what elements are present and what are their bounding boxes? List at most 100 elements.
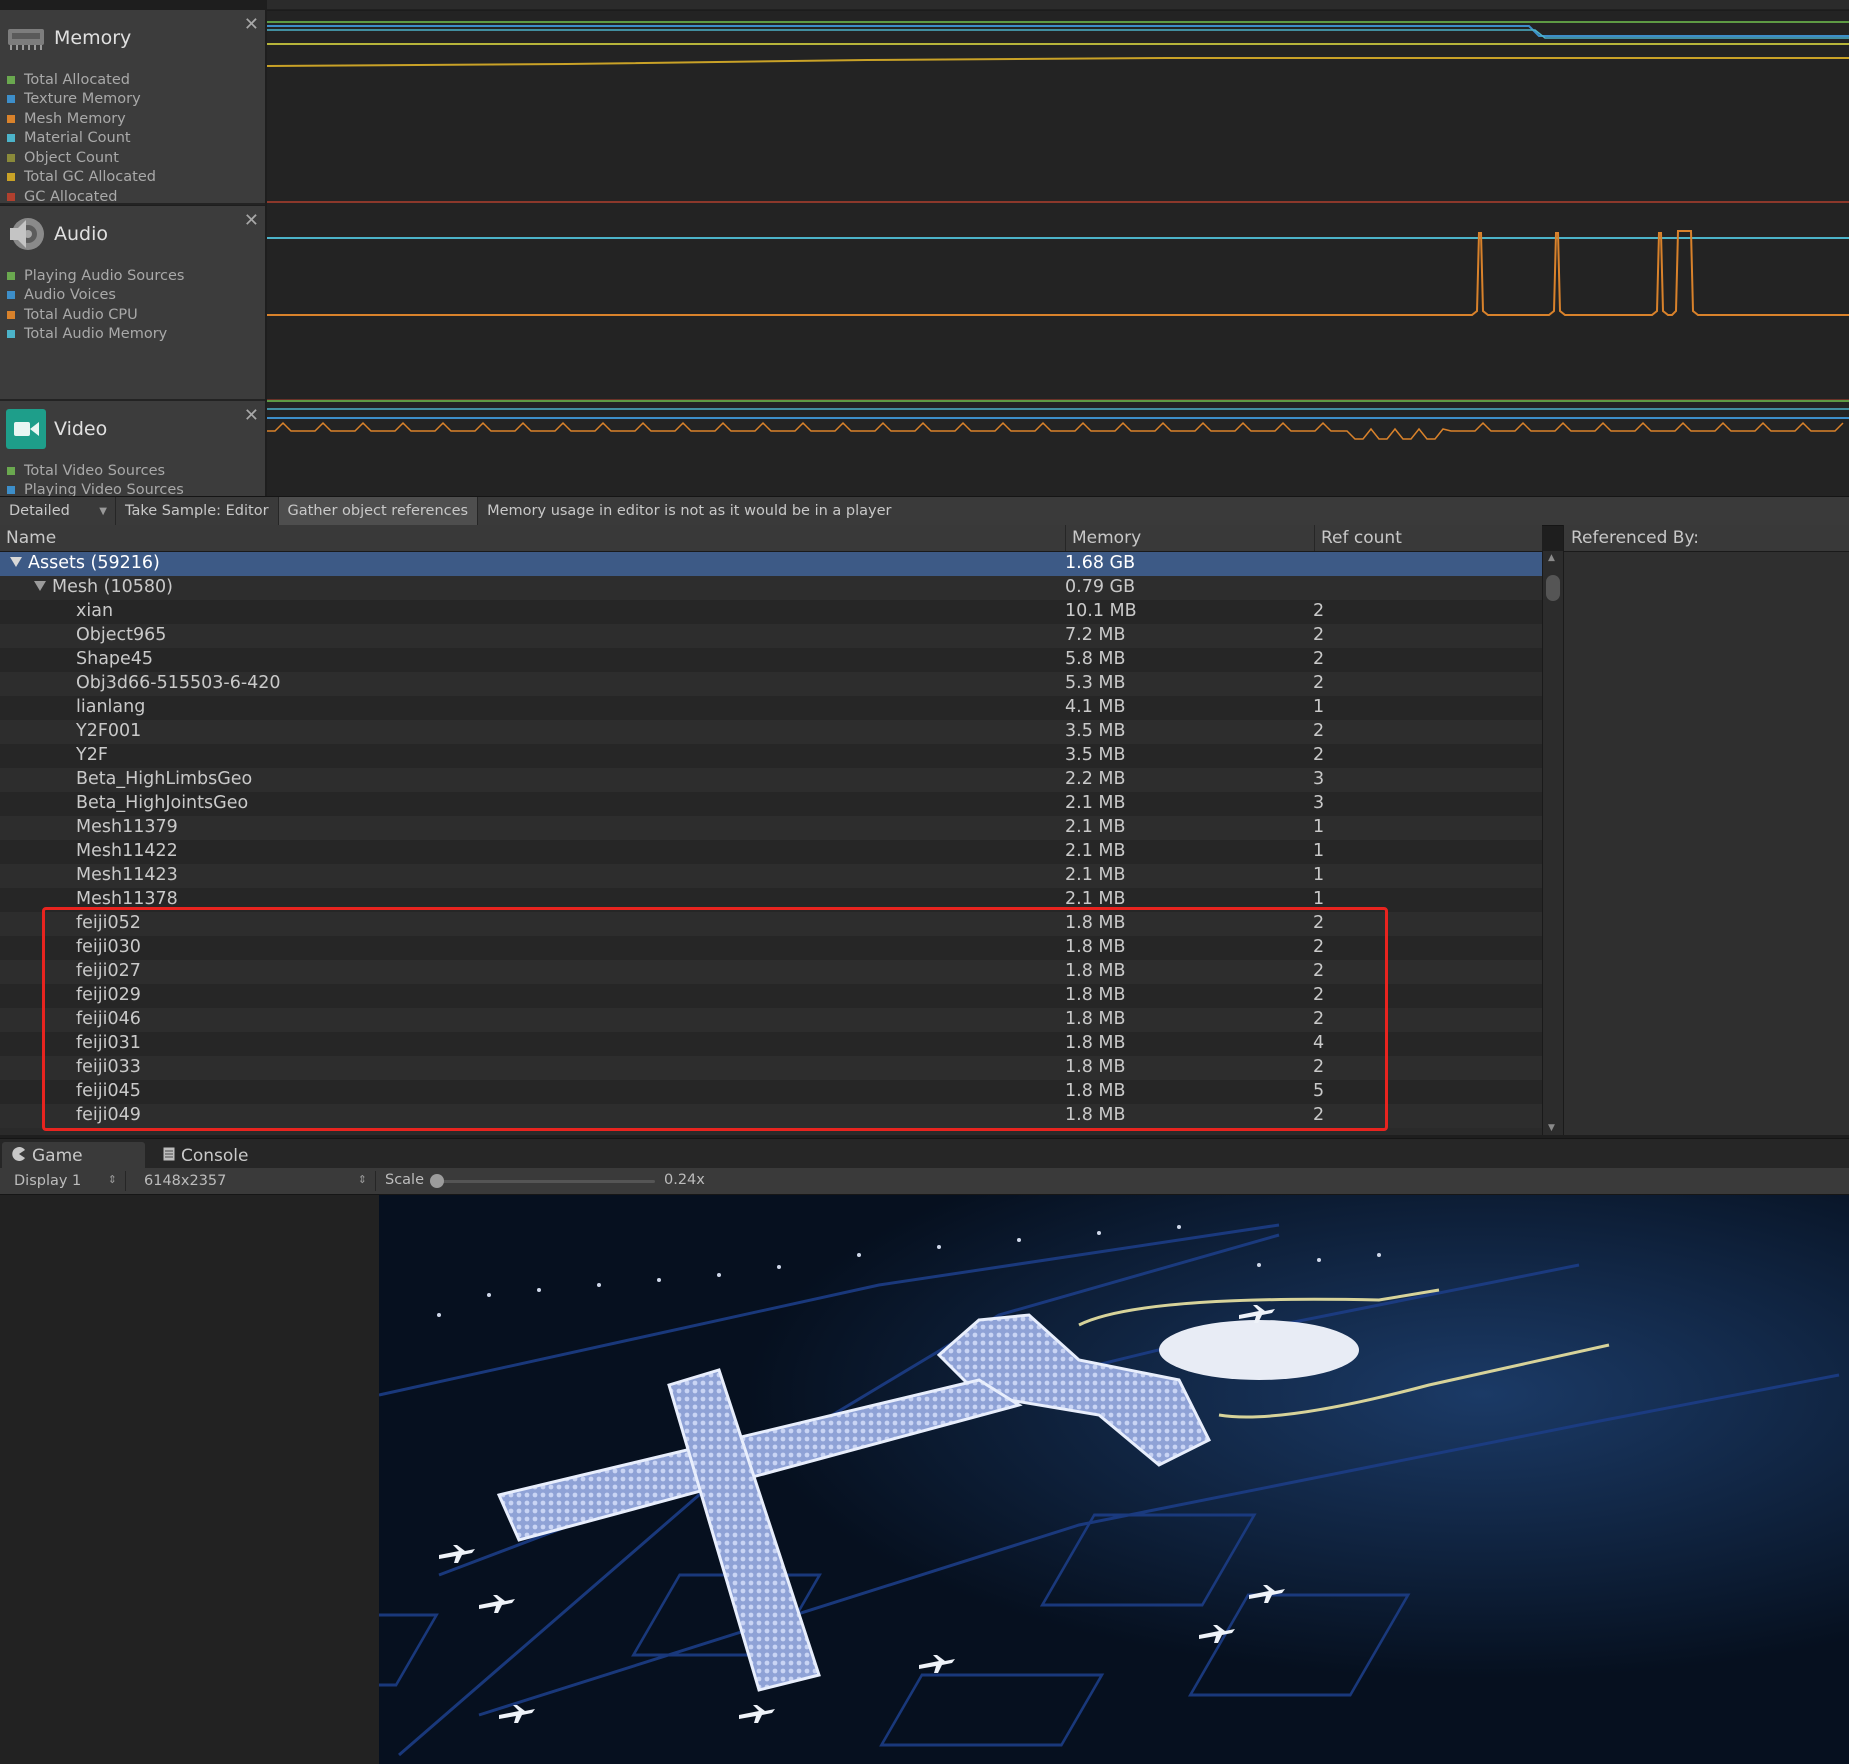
legend-item[interactable]: Total Allocated [7,70,156,90]
row-name: feiji049 [76,1105,141,1125]
table-row[interactable]: Shape45 5.8 MB 2 [0,648,1542,672]
table-row[interactable]: Mesh11379 2.1 MB 1 [0,816,1542,840]
name-column-header[interactable]: Name [6,528,56,548]
display-dropdown[interactable]: Display 1 ⇕ [6,1171,126,1191]
legend-item[interactable]: Total Audio Memory [7,325,184,345]
table-row[interactable]: Beta_HighLimbsGeo 2.2 MB 3 [0,768,1542,792]
legend-swatch [7,291,15,300]
table-row[interactable]: xian 10.1 MB 2 [0,600,1542,624]
row-memory: 1.8 MB [1065,937,1126,957]
scroll-down-icon[interactable]: ▼ [1548,1123,1555,1133]
close-icon[interactable]: ✕ [244,405,259,426]
close-icon[interactable]: ✕ [244,210,259,231]
tab-game[interactable]: Game [2,1142,145,1169]
take-sample-button[interactable]: Take Sample: Editor [116,497,279,525]
table-row[interactable]: Mesh11378 2.1 MB 1 [0,888,1542,912]
row-memory: 2.1 MB [1065,841,1126,861]
expand-triangle-icon[interactable] [10,557,22,567]
row-name-text: Y2F001 [76,721,142,741]
legend-label: Total Allocated [24,71,130,88]
table-row[interactable]: Mesh11422 2.1 MB 1 [0,840,1542,864]
table-row[interactable]: Obj3d66-515503-6-420 5.3 MB 2 [0,672,1542,696]
legend-item[interactable]: Total GC Allocated [7,168,156,188]
row-memory: 4.1 MB [1065,697,1126,717]
row-name: Object965 [76,625,166,645]
legend-label: Texture Memory [24,91,141,108]
scale-slider-thumb[interactable] [430,1174,444,1188]
row-name-text: Assets (59216) [28,553,160,573]
gather-references-toggle[interactable]: Gather object references [278,497,479,525]
audio-module[interactable]: Audio ✕ Playing Audio Sources Audio Voice… [0,206,265,401]
row-name-text: Mesh11423 [76,865,178,885]
column-divider[interactable] [1065,525,1066,551]
row-memory: 1.8 MB [1065,1105,1126,1125]
table-row[interactable]: Mesh11423 2.1 MB 1 [0,864,1542,888]
column-divider[interactable] [1314,525,1315,551]
table-row[interactable]: feiji029 1.8 MB 2 [0,984,1542,1008]
refcount-column-header[interactable]: Ref count [1321,528,1402,548]
memory-graph[interactable] [266,0,1849,203]
row-name-text: xian [76,601,114,621]
legend-label: Playing Audio Sources [24,267,185,284]
legend-item[interactable]: Audio Voices [7,286,184,306]
table-row[interactable]: feiji030 1.8 MB 2 [0,936,1542,960]
row-name: Y2F [76,745,108,765]
row-memory: 3.5 MB [1065,745,1126,765]
legend-label: Total Video Sources [24,462,166,479]
video-camera-icon [6,409,46,449]
row-ref-count: 2 [1313,649,1325,669]
row-name-text: feiji033 [76,1057,141,1077]
table-row[interactable]: feiji027 1.8 MB 2 [0,960,1542,984]
legend-swatch [7,134,15,143]
legend-item[interactable]: Texture Memory [7,90,156,110]
legend-item[interactable]: Total Audio CPU [7,305,184,325]
table-row[interactable]: feiji031 1.8 MB 4 [0,1032,1542,1056]
table-row[interactable]: Assets (59216) 1.68 GB [0,552,1542,576]
scrollbar-thumb[interactable] [1546,575,1560,601]
table-row[interactable]: Object965 7.2 MB 2 [0,624,1542,648]
tab-console[interactable]: Console [153,1142,259,1169]
table-row[interactable]: Y2F 3.5 MB 2 [0,744,1542,768]
legend-swatch [7,95,15,104]
memory-column-header[interactable]: Memory [1072,528,1141,548]
table-row[interactable]: feiji033 1.8 MB 2 [0,1056,1542,1080]
row-name: Assets (59216) [10,553,160,573]
game-view-toolbar: Display 1 ⇕ 6148x2357 ⇕ Scale 0.24x [0,1168,1849,1195]
chevron-down-icon: ▼ [99,505,107,517]
row-name-text: Object965 [76,625,167,645]
legend-item[interactable]: Total Video Sources [7,461,184,481]
table-row[interactable]: lianlang 4.1 MB 1 [0,696,1542,720]
table-row[interactable]: feiji045 1.8 MB 5 [0,1080,1542,1104]
resolution-dropdown[interactable]: 6148x2357 ⇕ [136,1171,376,1191]
expand-triangle-icon[interactable] [34,581,46,591]
table-row[interactable]: feiji052 1.8 MB 2 [0,912,1542,936]
vertical-scrollbar[interactable]: ▲ ▼ [1542,551,1563,1135]
audio-graph[interactable] [267,203,1849,399]
row-name: xian [76,601,113,621]
memory-tree-table: Name Memory Ref count Assets (59216) 1.68… [0,525,1542,1135]
video-module[interactable]: Video ✕ Total Video Sources Playing Video… [0,401,265,498]
table-row[interactable]: feiji049 1.8 MB 2 [0,1104,1542,1128]
scroll-up-icon[interactable]: ▲ [1548,553,1555,563]
tab-game-label: Game [32,1145,83,1166]
airport-render-viewport[interactable] [379,1195,1849,1764]
video-graph[interactable] [267,398,1849,496]
scale-slider[interactable] [430,1174,655,1188]
close-icon[interactable]: ✕ [244,14,259,35]
editor-memory-notice: Memory usage in editor is not as it woul… [487,503,892,519]
memory-module[interactable]: Memory ✕ Total Allocated Texture Memory Me… [0,10,265,205]
view-mode-dropdown[interactable]: Detailed ▼ [0,497,116,525]
table-row[interactable]: Mesh (10580) 0.79 GB [0,576,1542,600]
legend-item[interactable]: Object Count [7,148,156,168]
row-ref-count: 2 [1313,673,1325,693]
game-tab-bar: Game Console [0,1138,1849,1169]
legend-item[interactable]: Mesh Memory [7,109,156,129]
table-row[interactable]: Y2F001 3.5 MB 2 [0,720,1542,744]
legend-item[interactable]: GC Allocated [7,187,156,203]
table-row[interactable]: Beta_HighJointsGeo 2.1 MB 3 [0,792,1542,816]
row-name-text: Shape45 [76,649,154,669]
legend-item[interactable]: Material Count [7,129,156,149]
legend-item[interactable]: Playing Audio Sources [7,266,184,286]
module-title: Memory [54,27,132,49]
table-row[interactable]: feiji046 1.8 MB 2 [0,1008,1542,1032]
